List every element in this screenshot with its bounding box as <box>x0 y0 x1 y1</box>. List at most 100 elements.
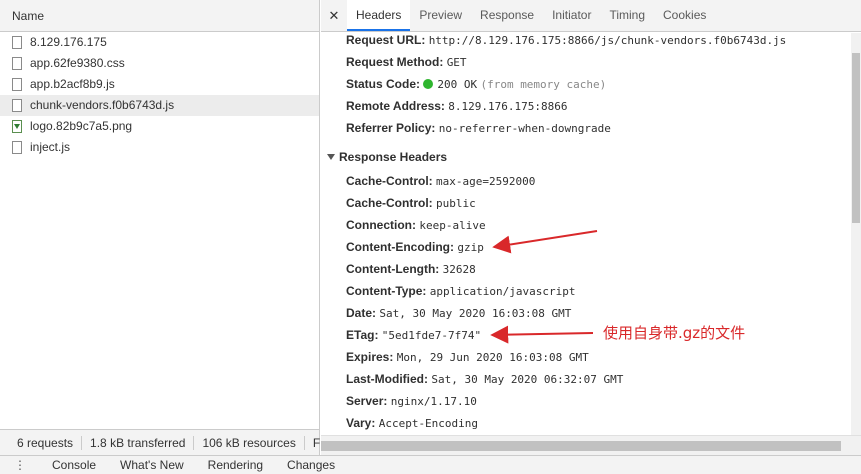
response-headers-toggle[interactable]: Response Headers <box>327 150 447 164</box>
triangle-down-icon <box>327 154 335 160</box>
request-row[interactable]: inject.js <box>0 137 319 158</box>
header-key: Content-Length: <box>346 262 440 276</box>
status-note: (from memory cache) <box>480 78 607 91</box>
response-header-row: Content-Type: application/javascript <box>346 284 575 298</box>
response-header-row: Cache-Control: public <box>346 196 476 210</box>
request-name: app.b2acf8b9.js <box>30 77 115 91</box>
header-value: keep-alive <box>419 219 486 232</box>
headers-content: Request URL: http://8.129.176.175:8866/j… <box>321 33 851 435</box>
request-row[interactable]: 8.129.176.175 <box>0 32 319 53</box>
header-value: Mon, 29 Jun 2020 16:03:08 GMT <box>396 351 589 364</box>
request-row[interactable]: logo.82b9c7a5.png <box>0 116 319 137</box>
header-key: Last-Modified: <box>346 372 428 386</box>
requests-count: 6 requests <box>0 435 83 450</box>
response-header-row: Vary: Accept-Encoding <box>346 416 478 430</box>
response-header-row: Server: nginx/1.17.10 <box>346 394 477 408</box>
response-header-row: Content-Encoding: gzip <box>346 240 484 254</box>
response-header-row: Cache-Control: max-age=2592000 <box>346 174 535 188</box>
header-key: Connection: <box>346 218 416 232</box>
response-header-row: Date: Sat, 30 May 2020 16:03:08 GMT <box>346 306 571 320</box>
remote-address-row: Remote Address: 8.129.176.175:8866 <box>346 99 567 113</box>
response-header-row: Expires: Mon, 29 Jun 2020 16:03:08 GMT <box>346 350 589 364</box>
drawer-tab-whats-new[interactable]: What's New <box>108 456 196 474</box>
header-key: Referrer Policy: <box>346 121 436 135</box>
header-key: Content-Encoding: <box>346 240 454 254</box>
name-column-label: Name <box>12 9 45 23</box>
header-key: Cache-Control: <box>346 174 433 188</box>
horizontal-scrollbar[interactable] <box>321 435 861 455</box>
header-key: ETag: <box>346 328 379 342</box>
drawer-tab-changes[interactable]: Changes <box>275 456 347 474</box>
header-value: Sat, 30 May 2020 06:32:07 GMT <box>431 373 624 386</box>
header-value: 8.129.176.175:8866 <box>448 100 568 113</box>
header-value: application/javascript <box>429 285 576 298</box>
header-value: Sat, 30 May 2020 16:03:08 GMT <box>379 307 572 320</box>
tab-initiator[interactable]: Initiator <box>543 0 600 31</box>
response-header-row: ETag: "5ed1fde7-7f74" <box>346 328 481 342</box>
request-row-selected[interactable]: chunk-vendors.f0b6743d.js <box>0 95 319 116</box>
details-tabbar: ✕ Headers Preview Response Initiator Tim… <box>321 0 861 32</box>
header-value: Accept-Encoding <box>378 417 479 430</box>
document-icon <box>12 78 22 91</box>
drawer-tabbar: ⋮ Console What's New Rendering Changes <box>0 455 861 474</box>
header-value: 32628 <box>442 263 476 276</box>
drawer-tab-console[interactable]: Console <box>40 456 108 474</box>
header-value: max-age=2592000 <box>436 175 536 188</box>
tab-cookies[interactable]: Cookies <box>654 0 715 31</box>
status-code-row: Status Code: 200 OK (from memory cache) <box>346 77 606 91</box>
status-ok-icon <box>423 79 434 89</box>
section-title: Response Headers <box>339 150 448 164</box>
header-key: Vary: <box>346 416 376 430</box>
header-value: gzip <box>457 241 484 254</box>
referrer-policy-row: Referrer Policy: no-referrer-when-downgr… <box>346 121 611 135</box>
tab-timing[interactable]: Timing <box>600 0 654 31</box>
horizontal-scroll-thumb[interactable] <box>321 441 841 451</box>
request-row[interactable]: app.62fe9380.css <box>0 53 319 74</box>
response-header-row: Connection: keep-alive <box>346 218 486 232</box>
header-value: http://8.129.176.175:8866/js/chunk-vendo… <box>428 34 787 47</box>
tab-preview[interactable]: Preview <box>410 0 471 31</box>
vertical-scrollbar[interactable] <box>851 33 861 435</box>
document-icon <box>12 141 22 154</box>
request-row[interactable]: app.b2acf8b9.js <box>0 74 319 95</box>
header-value: public <box>436 197 476 210</box>
header-key: Expires: <box>346 350 394 364</box>
vertical-scroll-thumb[interactable] <box>852 53 860 223</box>
drawer-menu-icon[interactable]: ⋮ <box>0 458 40 472</box>
document-icon <box>12 36 22 49</box>
header-key: Remote Address: <box>346 99 445 113</box>
response-header-row: Last-Modified: Sat, 30 May 2020 06:32:07… <box>346 372 623 386</box>
request-list-pane: Name 8.129.176.175 app.62fe9380.css app.… <box>0 0 320 455</box>
header-key: Content-Type: <box>346 284 427 298</box>
image-icon <box>12 120 22 133</box>
header-key: Server: <box>346 394 388 408</box>
request-name: inject.js <box>30 140 71 154</box>
header-key: Date: <box>346 306 377 320</box>
request-name: chunk-vendors.f0b6743d.js <box>30 98 175 112</box>
tab-headers[interactable]: Headers <box>347 0 411 31</box>
response-header-row: Content-Length: 32628 <box>346 262 476 276</box>
header-key: Status Code: <box>346 77 421 91</box>
request-details-pane: ✕ Headers Preview Response Initiator Tim… <box>321 0 861 455</box>
close-icon[interactable]: ✕ <box>321 0 347 31</box>
request-name: app.62fe9380.css <box>30 56 125 70</box>
document-icon <box>12 57 22 70</box>
name-column-header[interactable]: Name <box>0 0 319 32</box>
status-value: 200 OK <box>437 78 478 91</box>
document-icon <box>12 99 22 112</box>
drawer-tab-rendering[interactable]: Rendering <box>196 456 275 474</box>
tab-response[interactable]: Response <box>471 0 543 31</box>
header-value: "5ed1fde7-7f74" <box>381 329 482 342</box>
header-key: Request URL: <box>346 33 426 47</box>
header-value: nginx/1.17.10 <box>390 395 477 408</box>
annotation-text: 使用自身带.gz的文件 <box>603 324 746 342</box>
summary-bar: 6 requests 1.8 kB transferred 106 kB res… <box>0 429 320 455</box>
header-value: GET <box>446 56 467 69</box>
header-value: no-referrer-when-downgrade <box>438 122 611 135</box>
header-key: Request Method: <box>346 55 444 69</box>
request-name: 8.129.176.175 <box>30 35 107 49</box>
resources-size: 106 kB resources <box>194 435 305 450</box>
header-key: Cache-Control: <box>346 196 433 210</box>
request-method-row: Request Method: GET <box>346 55 467 69</box>
request-name: logo.82b9c7a5.png <box>30 119 133 133</box>
